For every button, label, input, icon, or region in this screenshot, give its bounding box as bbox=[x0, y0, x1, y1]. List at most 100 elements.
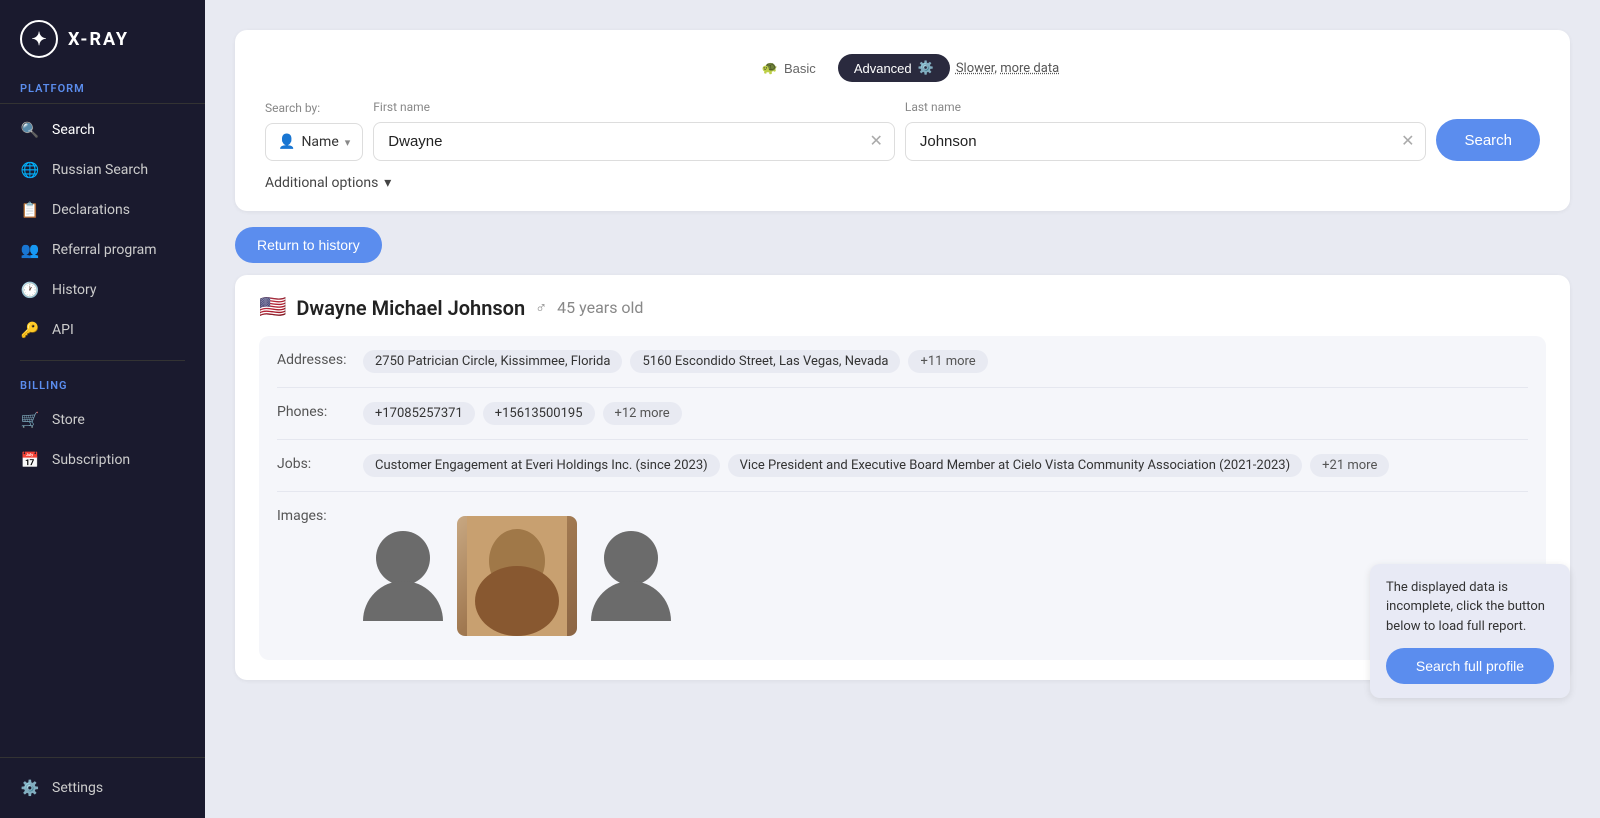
search-full-profile-button[interactable]: Search full profile bbox=[1386, 648, 1554, 684]
first-name-input[interactable] bbox=[373, 122, 895, 161]
profile-name: Dwayne Michael Johnson bbox=[296, 296, 525, 320]
profile-header: 🇺🇸 Dwayne Michael Johnson ♂ 45 years old bbox=[259, 295, 1546, 320]
basic-mode-icon: 🐢 bbox=[762, 60, 778, 76]
job-tag-0: Customer Engagement at Everi Holdings In… bbox=[363, 454, 720, 477]
tooltip-card: The displayed data is incomplete, click … bbox=[1370, 564, 1570, 699]
advanced-mode-icon: ⚙️ bbox=[918, 60, 934, 76]
logo: ✦ X-RAY bbox=[0, 0, 205, 82]
phone-tag-1: +15613500195 bbox=[483, 402, 595, 425]
sidebar-item-api[interactable]: 🔑 API bbox=[0, 310, 205, 350]
avatar-head-1 bbox=[376, 531, 430, 585]
profile-gender: ♂ bbox=[535, 298, 547, 318]
sidebar-item-referral[interactable]: 👥 Referral program bbox=[0, 230, 205, 270]
flag-icon: 🇺🇸 bbox=[259, 295, 286, 320]
avatar-head-2 bbox=[604, 531, 658, 585]
sidebar-item-russian-search-label: Russian Search bbox=[52, 162, 148, 178]
profile-age: 45 years old bbox=[557, 298, 643, 317]
addresses-tags: 2750 Patrician Circle, Kissimmee, Florid… bbox=[363, 350, 988, 373]
last-name-group: Last name ✕ bbox=[905, 100, 1427, 161]
addresses-row: Addresses: 2750 Patrician Circle, Kissim… bbox=[277, 336, 1528, 388]
search-button[interactable]: Search bbox=[1436, 119, 1540, 161]
sidebar-item-russian-search[interactable]: 🌐 Russian Search bbox=[0, 150, 205, 190]
search-by-dropdown[interactable]: 👤 Name ▾ bbox=[265, 123, 363, 161]
address-tag-1: 5160 Escondido Street, Las Vegas, Nevada bbox=[630, 350, 900, 373]
photo-thumbnail[interactable] bbox=[457, 516, 577, 636]
sidebar-item-history[interactable]: 🕐 History bbox=[0, 270, 205, 310]
sidebar-item-subscription[interactable]: 📅 Subscription bbox=[0, 440, 205, 480]
billing-label: Billing bbox=[0, 371, 205, 400]
api-icon: 🔑 bbox=[20, 320, 40, 340]
job-tag-1: Vice President and Executive Board Membe… bbox=[728, 454, 1303, 477]
mode-highlight: more data bbox=[1000, 61, 1059, 76]
subscription-icon: 📅 bbox=[20, 450, 40, 470]
search-by-group: Search by: 👤 Name ▾ bbox=[265, 101, 363, 161]
declarations-icon: 📋 bbox=[20, 200, 40, 220]
job-more-tag[interactable]: +21 more bbox=[1310, 454, 1389, 477]
chevron-down-icon: ▾ bbox=[345, 136, 351, 149]
sidebar-item-subscription-label: Subscription bbox=[52, 452, 130, 468]
jobs-row: Jobs: Customer Engagement at Everi Holdi… bbox=[277, 440, 1528, 492]
last-name-input[interactable] bbox=[905, 122, 1427, 161]
search-by-label: Search by: bbox=[265, 101, 363, 115]
first-name-clear-button[interactable]: ✕ bbox=[867, 132, 884, 152]
basic-mode-button[interactable]: 🐢 Basic bbox=[746, 54, 832, 82]
advanced-mode-label: Advanced bbox=[854, 61, 912, 76]
jobs-label: Jobs: bbox=[277, 454, 347, 472]
chevron-down-icon: ▾ bbox=[384, 175, 391, 191]
phones-row: Phones: +17085257371 +15613500195 +12 mo… bbox=[277, 388, 1528, 440]
sidebar-item-declarations-label: Declarations bbox=[52, 202, 130, 218]
sidebar-item-declarations[interactable]: 📋 Declarations bbox=[0, 190, 205, 230]
settings-icon: ⚙️ bbox=[20, 778, 40, 798]
search-icon: 🔍 bbox=[20, 120, 40, 140]
images-row: Images: bbox=[277, 492, 1528, 660]
sidebar-item-referral-label: Referral program bbox=[52, 242, 157, 258]
search-mode-toggle: 🐢 Basic Advanced ⚙️ Slower, more data bbox=[265, 54, 1540, 82]
sidebar-item-store-label: Store bbox=[52, 412, 85, 428]
history-icon: 🕐 bbox=[20, 280, 40, 300]
advanced-mode-button[interactable]: Advanced ⚙️ bbox=[838, 54, 950, 82]
sidebar-item-settings[interactable]: ⚙️ Settings bbox=[0, 768, 205, 808]
sidebar-item-history-label: History bbox=[52, 282, 97, 298]
sidebar-item-search[interactable]: 🔍 Search bbox=[0, 110, 205, 150]
store-icon: 🛒 bbox=[20, 410, 40, 430]
logo-text: X-RAY bbox=[68, 29, 129, 50]
person-icon: 👤 bbox=[278, 134, 295, 150]
sidebar-item-settings-label: Settings bbox=[52, 780, 103, 796]
phones-label: Phones: bbox=[277, 402, 347, 420]
address-tag-0: 2750 Patrician Circle, Kissimmee, Florid… bbox=[363, 350, 622, 373]
additional-options-label: Additional options bbox=[265, 175, 378, 191]
last-name-wrapper: ✕ bbox=[905, 122, 1427, 161]
last-name-clear-button[interactable]: ✕ bbox=[1399, 132, 1416, 152]
platform-label: Platform bbox=[0, 82, 205, 104]
search-by-value: Name bbox=[301, 134, 338, 150]
sidebar-item-search-label: Search bbox=[52, 122, 95, 138]
images-container bbox=[363, 506, 671, 646]
sidebar-item-store[interactable]: 🛒 Store bbox=[0, 400, 205, 440]
sidebar-bottom: ⚙️ Settings bbox=[0, 757, 205, 818]
avatar-body-2 bbox=[591, 581, 671, 621]
phone-tag-0: +17085257371 bbox=[363, 402, 475, 425]
avatar-placeholder-1 bbox=[363, 531, 443, 621]
basic-mode-label: Basic bbox=[784, 61, 816, 76]
sidebar: ✦ X-RAY Platform 🔍 Search 🌐 Russian Sear… bbox=[0, 0, 205, 818]
globe-icon: 🌐 bbox=[20, 160, 40, 180]
referral-icon: 👥 bbox=[20, 240, 40, 260]
first-name-group: First name ✕ bbox=[373, 100, 895, 161]
logo-icon: ✦ bbox=[20, 20, 58, 58]
addresses-label: Addresses: bbox=[277, 350, 347, 368]
logo-symbol: ✦ bbox=[31, 29, 46, 50]
search-card: 🐢 Basic Advanced ⚙️ Slower, more data Se… bbox=[235, 30, 1570, 211]
tooltip-text: The displayed data is incomplete, click … bbox=[1386, 578, 1554, 637]
sidebar-divider bbox=[20, 360, 185, 361]
phones-tags: +17085257371 +15613500195 +12 more bbox=[363, 402, 682, 425]
mode-description: Slower, more data bbox=[956, 61, 1059, 76]
last-name-label: Last name bbox=[905, 100, 1427, 114]
phone-more-tag[interactable]: +12 more bbox=[603, 402, 682, 425]
first-name-label: First name bbox=[373, 100, 895, 114]
images-label: Images: bbox=[277, 506, 347, 524]
jobs-tags: Customer Engagement at Everi Holdings In… bbox=[363, 454, 1389, 477]
first-name-wrapper: ✕ bbox=[373, 122, 895, 161]
additional-options[interactable]: Additional options ▾ bbox=[265, 175, 1540, 191]
address-more-tag[interactable]: +11 more bbox=[908, 350, 987, 373]
return-to-history-button[interactable]: Return to history bbox=[235, 227, 382, 263]
